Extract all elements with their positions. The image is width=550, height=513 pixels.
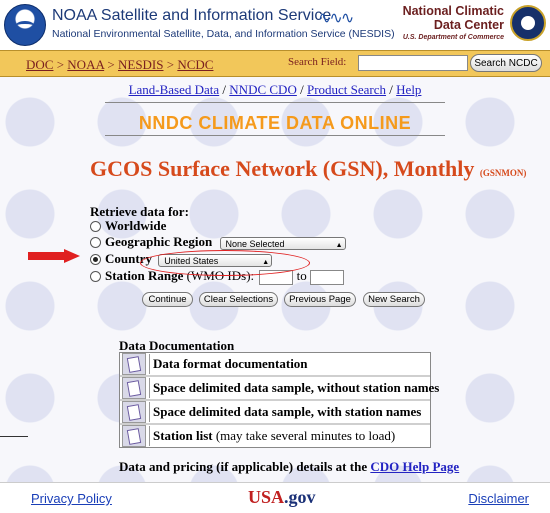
doc-row-sample-with-names[interactable]: Space delimited data sample, with statio… (120, 401, 430, 425)
region-select[interactable]: None Selected ▲ (219, 236, 346, 250)
doc-link-sample-with-names[interactable]: Space delimited data sample, with statio… (149, 402, 421, 422)
org-subtitle: National Environmental Satellite, Data, … (52, 28, 395, 40)
breadcrumb-nesdis[interactable]: NESDIS (118, 57, 164, 72)
ncdc-line1: National Climatic (402, 4, 504, 18)
document-icon[interactable] (122, 425, 146, 447)
top-links: Land-Based Data / NNDC CDO / Product Sea… (0, 82, 550, 98)
to-label: to (296, 268, 307, 283)
link-separator: / (296, 82, 307, 97)
doc-row-station-list[interactable]: Station list (may take several minutes t… (120, 425, 430, 447)
divider (105, 102, 445, 103)
doc-note: (may take several minutes to load) (212, 428, 396, 443)
red-arrow-icon (28, 249, 80, 263)
divider (105, 135, 445, 136)
noaa-logo-icon[interactable] (4, 4, 46, 46)
search-ncdc-button[interactable]: Search NCDC (470, 54, 542, 72)
breadcrumb-doc[interactable]: DOC (26, 57, 53, 72)
breadcrumb-separator: > (53, 57, 68, 72)
footer: Privacy Policy USA.gov Disclaimer (0, 482, 550, 513)
link-separator: / (386, 82, 397, 97)
documentation-table: Data format documentation Space delimite… (119, 352, 439, 448)
climate-data-online-banner: NNDC CLIMATE DATA ONLINE (138, 113, 412, 133)
breadcrumb-separator: > (163, 57, 178, 72)
waves-icon: ∿∿∿ (318, 8, 354, 27)
region-radio[interactable] (90, 236, 101, 248)
document-icon[interactable] (122, 353, 146, 375)
gov-text: .gov (284, 487, 316, 507)
worldwide-radio[interactable] (90, 220, 101, 232)
select-arrows-icon: ▲ (335, 241, 343, 249)
search-input[interactable] (358, 55, 468, 71)
link-separator: / (219, 82, 230, 97)
doc-label: Station list (153, 428, 213, 443)
doc-link-station-list[interactable]: Station list (may take several minutes t… (149, 426, 395, 446)
breadcrumb: DOC > NOAA > NESDIS > NCDC (26, 57, 213, 73)
disclaimer-link[interactable]: Disclaimer (468, 491, 529, 506)
new-search-button[interactable]: New Search (363, 292, 425, 307)
option-worldwide[interactable]: Worldwide (90, 218, 166, 234)
pricing-note: Data and pricing (if applicable) details… (119, 459, 459, 475)
doc-link-format[interactable]: Data format documentation (149, 354, 308, 374)
doc-row-format[interactable]: Data format documentation (120, 353, 430, 377)
commerce-seal-icon[interactable] (510, 5, 546, 41)
dataset-code: (GSNMON) (479, 168, 527, 178)
divider (0, 436, 28, 437)
station-to-input[interactable] (310, 269, 345, 285)
breadcrumb-separator: > (104, 57, 118, 72)
document-icon[interactable] (122, 377, 146, 399)
doc-label: Space delimited data sample, without sta… (153, 380, 440, 395)
doc-link-sample-without-names[interactable]: Space delimited data sample, without sta… (149, 378, 439, 398)
site-header: NOAA Satellite and Information Service N… (0, 0, 550, 50)
pricing-text: Data and pricing (if applicable) details… (119, 459, 371, 474)
breadcrumb-noaa[interactable]: NOAA (67, 57, 104, 72)
region-select-value: None Selected (225, 238, 285, 249)
usa-gov-logo[interactable]: USA.gov (248, 487, 316, 508)
link-land-based-data[interactable]: Land-Based Data (129, 82, 220, 97)
page-title-main: GCOS Surface Network (GSN), Monthly (90, 156, 475, 181)
country-radio[interactable] (90, 253, 101, 265)
privacy-policy-link[interactable]: Privacy Policy (31, 491, 112, 506)
region-label: Geographic Region (105, 234, 213, 249)
link-help[interactable]: Help (396, 82, 421, 97)
link-nndc-cdo[interactable]: NNDC CDO (229, 82, 297, 97)
continue-button[interactable]: Continue (142, 292, 193, 307)
clear-selections-button[interactable]: Clear Selections (199, 292, 278, 307)
breadcrumb-ncdc[interactable]: NCDC (177, 57, 213, 72)
cdo-help-page-link[interactable]: CDO Help Page (370, 459, 459, 474)
station-radio[interactable] (90, 270, 101, 282)
usa-text: USA (248, 487, 285, 507)
ncdc-name[interactable]: National Climatic Data Center (403, 4, 504, 32)
navigation-bar: DOC > NOAA > NESDIS > NCDC Search Field:… (0, 50, 550, 77)
search-label: Search Field: (288, 56, 347, 68)
previous-page-button[interactable]: Previous Page (284, 292, 356, 307)
doc-label: Space delimited data sample, with statio… (153, 404, 422, 419)
worldwide-label: Worldwide (105, 218, 167, 233)
page-title: GCOS Surface Network (GSN), Monthly (GSN… (90, 156, 526, 182)
document-icon[interactable] (122, 401, 146, 423)
link-product-search[interactable]: Product Search (307, 82, 386, 97)
doc-row-sample-without-names[interactable]: Space delimited data sample, without sta… (120, 377, 439, 401)
highlight-oval (140, 250, 310, 276)
department-label: U.S. Department of Commerce (402, 34, 504, 41)
org-title[interactable]: NOAA Satellite and Information Service (52, 7, 331, 25)
option-geographic-region[interactable]: Geographic Region None Selected ▲ (90, 234, 346, 250)
doc-label: Data format documentation (153, 356, 308, 371)
ncdc-line2: Data Center (433, 18, 504, 32)
